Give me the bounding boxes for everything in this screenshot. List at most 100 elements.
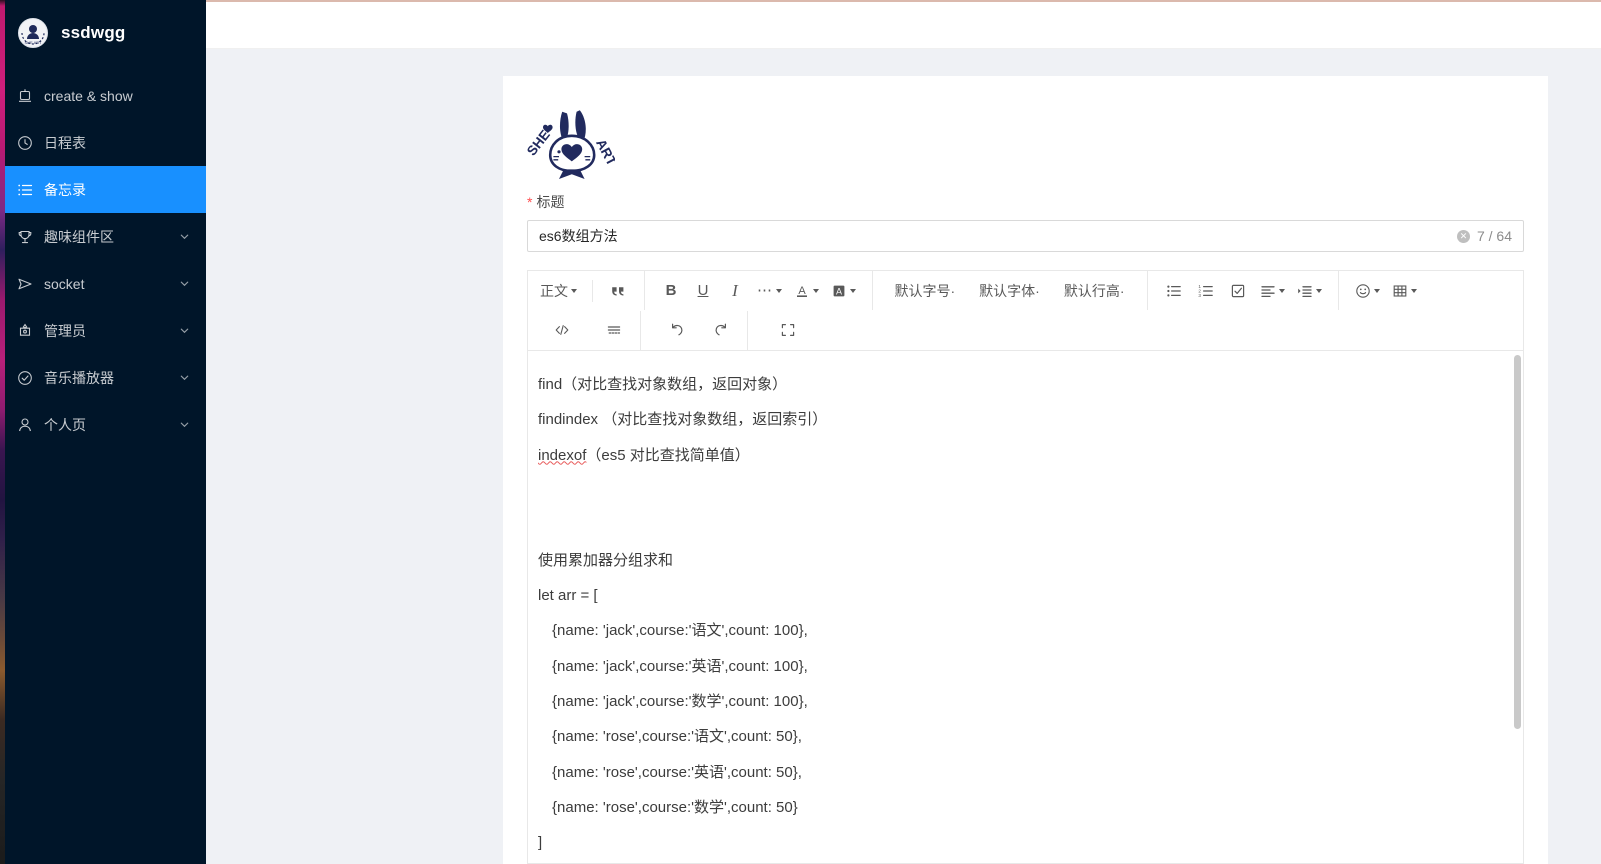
blockquote-button[interactable]	[602, 276, 634, 306]
line-height-label: 默认行高·	[1063, 282, 1125, 299]
paragraph-style-select[interactable]: 正文	[534, 276, 583, 306]
chevron-down-icon	[180, 375, 189, 381]
fullscreen-icon	[781, 324, 795, 336]
undo-button[interactable]	[661, 315, 693, 345]
more-format-button[interactable]: ⋯	[751, 276, 788, 306]
indent-button[interactable]	[1291, 276, 1328, 306]
svg-text:A: A	[798, 285, 806, 297]
task-list-button[interactable]	[1222, 276, 1254, 306]
clear-format-button[interactable]	[598, 315, 630, 345]
sidebar-item-personal-page[interactable]: 个人页	[0, 401, 206, 448]
title-input-row[interactable]: ✕ 7 / 64	[527, 220, 1524, 252]
sidebar-item-admin[interactable]: 管理员	[0, 307, 206, 354]
bullet-list-icon	[1166, 285, 1181, 296]
avatar[interactable]: SHE ART	[18, 18, 48, 48]
alarm-icon	[19, 88, 31, 102]
misspelled-word: indexof	[538, 446, 587, 464]
bg-color-icon: A	[833, 285, 844, 296]
svg-text:A: A	[835, 286, 841, 296]
sidebar-item-label: 备忘录	[44, 181, 86, 198]
site-logo: SHE ART	[527, 100, 1524, 187]
sidebar-item-label: socket	[44, 275, 85, 292]
page-header-bar	[206, 2, 1601, 49]
decorative-gradient-strip	[0, 0, 5, 864]
emoji-button[interactable]	[1349, 276, 1386, 306]
char-counter: 7 / 64	[1476, 228, 1512, 244]
smiley-icon	[1355, 283, 1370, 298]
sidebar-item-memo[interactable]: 备忘录	[0, 166, 206, 213]
sidebar-item-label: create & show	[44, 87, 133, 104]
editor-scrollbar-thumb[interactable]	[1514, 355, 1521, 729]
checkbox-icon	[1231, 284, 1244, 297]
chevron-down-icon	[1410, 288, 1417, 293]
sidebar-item-fun-components[interactable]: 趣味组件区	[0, 213, 206, 260]
chevron-down-icon	[180, 328, 189, 334]
toolbar-separator	[747, 310, 748, 350]
font-color-icon: A	[796, 285, 807, 297]
clock-icon	[18, 135, 32, 150]
editor-content[interactable]: find（对比查找对象数组，返回对象） findindex （对比查找对象数组，…	[528, 351, 1523, 861]
toolbar-separator	[1337, 271, 1339, 310]
editor-line: {name: 'rose',course:'英语',count: 50},	[552, 763, 802, 781]
editor-line: ]	[538, 834, 543, 852]
editor-line-misspelled: indexof（es5 对比查找简单值）	[538, 438, 1499, 473]
font-color-button[interactable]: A	[788, 276, 825, 306]
fullscreen-button[interactable]	[772, 315, 804, 345]
brand-header[interactable]: SHE ART ssdwgg	[0, 0, 206, 66]
memo-editor-card: SHE ART * 标题 ✕	[503, 76, 1548, 864]
rich-text-editor: 正文 B U I ⋯ A A 默认字号· 默认字体· 默认行高· 1 2 3 f…	[527, 270, 1524, 864]
chevron-down-icon	[775, 288, 782, 293]
numbered-list-icon: 1 2 3	[1198, 284, 1213, 297]
font-family-label: 默认字体·	[979, 282, 1040, 299]
align-button[interactable]	[1254, 276, 1291, 306]
sidebar-item-create-and-show[interactable]: create & show	[0, 72, 206, 119]
editor-scrollbar[interactable]	[1514, 355, 1521, 855]
ordered-list-button[interactable]: 1 2 3	[1190, 276, 1222, 306]
sidebar-item-schedule[interactable]: 日程表	[0, 119, 206, 166]
sidebar-item-socket[interactable]: socket	[0, 260, 206, 307]
sidebar-item-label: 音乐播放器	[44, 369, 114, 386]
chevron-down-icon	[1315, 288, 1322, 293]
redo-button[interactable]	[705, 315, 737, 345]
check-circle-icon	[18, 370, 32, 385]
bold-button[interactable]: B	[655, 276, 687, 306]
chevron-down-icon	[180, 234, 189, 240]
paragraph-style-label: 正文	[540, 282, 568, 299]
editor-body[interactable]: find（对比查找对象数组，返回对象） findindex （对比查找对象数组，…	[528, 351, 1523, 863]
clear-circle-icon[interactable]: ✕	[1456, 229, 1470, 243]
source-code-button[interactable]	[546, 315, 578, 345]
editor-line-rest: （es5 对比查找简单值）	[586, 446, 750, 464]
background-color-button[interactable]: A	[825, 276, 862, 306]
italic-button[interactable]: I	[719, 276, 751, 306]
svg-text:ART: ART	[593, 137, 615, 169]
font-family-select[interactable]: 默认字体·	[967, 276, 1052, 306]
font-size-select[interactable]: 默认字号·	[883, 276, 968, 306]
toolbar-row-1: 正文 B U I ⋯ A A 默认字号· 默认字体· 默认行高· 1 2 3	[528, 271, 1523, 310]
unordered-list-button[interactable]	[1158, 276, 1190, 306]
sidebar: SHE ART ssdwgg create & show 日程表 备忘录 趣味组…	[0, 0, 206, 864]
bunny-logo-icon: SHE ART	[527, 110, 615, 179]
editor-line: findindex （对比查找对象数组，返回索引）	[538, 411, 828, 429]
sidebar-item-music-player[interactable]: 音乐播放器	[0, 354, 206, 401]
editor-line: let arr = [	[538, 587, 598, 605]
bold-label: B	[665, 282, 677, 299]
chevron-down-icon	[812, 288, 819, 293]
line-height-select[interactable]: 默认行高·	[1052, 276, 1137, 306]
title-input[interactable]	[528, 221, 1457, 251]
toolbar-separator	[592, 279, 593, 302]
svg-text:3: 3	[1198, 292, 1201, 297]
sidebar-nav: create & show 日程表 备忘录 趣味组件区 socket 管理员 音…	[0, 72, 206, 448]
underline-button[interactable]: U	[687, 276, 719, 306]
toolbar-separator	[640, 310, 641, 350]
send-icon	[18, 278, 32, 289]
redo-icon	[715, 323, 726, 336]
chevron-down-icon	[571, 288, 577, 293]
table-button[interactable]	[1386, 276, 1423, 306]
toolbar-separator	[1146, 271, 1148, 310]
required-mark: *	[527, 194, 533, 210]
app-root: SHE ART ssdwgg create & show 日程表 备忘录 趣味组…	[0, 0, 1601, 864]
editor-line: {name: 'rose',course:'数学',count: 50}	[552, 798, 798, 816]
italic-label: I	[732, 280, 738, 300]
clear-format-icon	[607, 326, 621, 334]
brand-name: ssdwgg	[61, 23, 126, 42]
